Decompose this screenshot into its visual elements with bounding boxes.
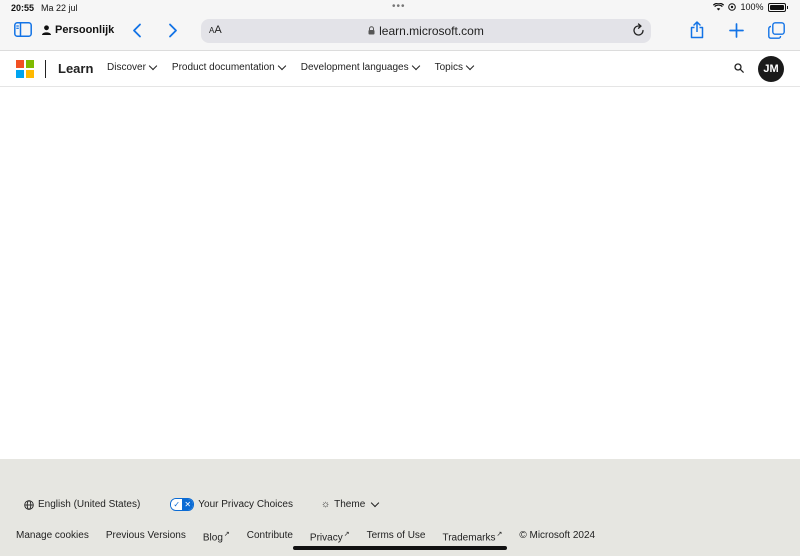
status-date: Ma 22 jul xyxy=(41,3,78,13)
sun-icon: ☼ xyxy=(320,499,331,510)
battery-percent: 100% xyxy=(740,2,764,12)
status-indicators: 100% xyxy=(713,2,788,12)
avatar[interactable]: JM xyxy=(758,56,784,82)
footer-link-privacy[interactable]: Privacy xyxy=(310,530,350,543)
chevron-down-icon xyxy=(371,498,380,508)
footer-copyright: © Microsoft 2024 xyxy=(519,530,596,541)
footer-link-previous-versions[interactable]: Previous Versions xyxy=(106,530,186,543)
status-time: 20:55 xyxy=(11,3,35,13)
search-icon[interactable] xyxy=(734,63,744,73)
footer-link-blog[interactable]: Blog xyxy=(203,530,230,543)
main-nav: Discover Product documentation Developme… xyxy=(107,61,475,73)
nav-product-documentation[interactable]: Product documentation xyxy=(172,61,286,73)
theme-label: Theme xyxy=(334,499,366,510)
tabs-icon[interactable] xyxy=(768,22,785,39)
privacy-choices-label: Your Privacy Choices xyxy=(198,499,293,510)
wifi-icon xyxy=(713,3,725,11)
footer-link-manage-cookies[interactable]: Manage cookies xyxy=(16,530,89,543)
nav-topics[interactable]: Topics xyxy=(435,61,475,73)
footer-links: Manage cookies Previous Versions Blog Co… xyxy=(16,530,595,543)
person-icon xyxy=(42,25,51,35)
footer-link-trademarks[interactable]: Trademarks xyxy=(442,530,502,543)
language-label: English (United States) xyxy=(38,499,141,510)
privacy-choices-link[interactable]: ✓ ✕ Your Privacy Choices xyxy=(170,498,293,511)
address-bar[interactable]: AA learn.microsoft.com xyxy=(201,19,651,43)
site-footer: English (United States) ✓ ✕ Your Privacy … xyxy=(0,459,800,556)
nav-development-languages[interactable]: Development languages xyxy=(301,61,420,73)
chevron-down-icon xyxy=(411,61,420,71)
language-selector[interactable]: English (United States) xyxy=(24,499,140,510)
microsoft-logo-icon[interactable] xyxy=(16,60,34,78)
battery-icon xyxy=(767,2,786,12)
nav-discover[interactable]: Discover xyxy=(107,61,158,73)
site-header: Learn Discover Product documentation Dev… xyxy=(0,51,800,87)
chevron-down-icon xyxy=(277,61,286,71)
url-text: learn.microsoft.com xyxy=(379,24,484,38)
location-icon xyxy=(728,3,737,11)
footer-link-contribute[interactable]: Contribute xyxy=(247,530,293,543)
profile-label: Persoonlijk xyxy=(55,24,115,36)
sidebar-icon[interactable] xyxy=(14,22,32,37)
share-icon[interactable] xyxy=(690,21,704,39)
footer-link-terms-of-use[interactable]: Terms of Use xyxy=(367,530,426,543)
multitasking-dots-icon[interactable]: ••• xyxy=(392,1,406,12)
learn-brand-link[interactable]: Learn xyxy=(58,61,93,76)
privacy-toggle-icon: ✓ ✕ xyxy=(170,498,195,511)
chevron-left-icon[interactable] xyxy=(132,23,142,38)
chevron-down-icon xyxy=(148,61,158,71)
reload-icon[interactable] xyxy=(632,23,645,37)
lock-icon xyxy=(368,26,375,35)
plus-icon[interactable] xyxy=(729,23,744,38)
globe-icon xyxy=(24,499,34,510)
chevron-right-icon[interactable] xyxy=(168,23,178,38)
home-indicator[interactable] xyxy=(293,546,507,550)
profile-button[interactable]: Persoonlijk xyxy=(42,24,114,36)
chevron-down-icon xyxy=(465,61,475,71)
theme-selector[interactable]: ☼ Theme xyxy=(320,498,380,510)
header-divider xyxy=(45,60,46,78)
browser-chrome: 20:55 Ma 22 jul ••• 100% Persoonlijk AA … xyxy=(0,0,800,51)
